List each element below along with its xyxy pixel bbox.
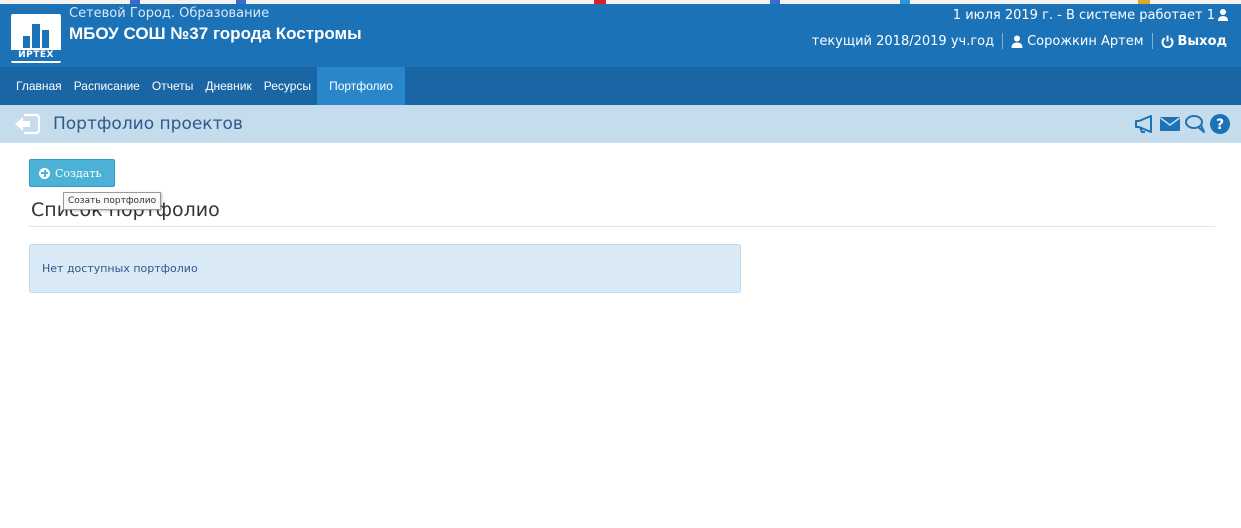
- create-tooltip: Созать портфолио: [63, 192, 162, 210]
- section-divider: [29, 226, 1215, 227]
- create-button-label: Создать: [55, 166, 102, 180]
- help-icon[interactable]: ?: [1209, 113, 1231, 135]
- app-header: ИРТЕХ Сетевой Город. Образование МБОУ СО…: [0, 4, 1241, 67]
- header-links: текущий 2018/2019 уч.год Сорожкин Артем …: [812, 30, 1227, 52]
- svg-text:?: ?: [1216, 117, 1224, 133]
- academic-year-link[interactable]: текущий 2018/2019 уч.год: [812, 34, 994, 49]
- title-icons: ?: [1134, 113, 1231, 135]
- back-icon[interactable]: [14, 113, 40, 135]
- divider: [1151, 33, 1153, 49]
- power-icon: [1161, 35, 1173, 48]
- page-title: Портфолио проектов: [53, 114, 243, 134]
- nav-item-diary[interactable]: Дневник: [199, 67, 257, 105]
- empty-portfolio-alert: Нет доступных портфолио: [29, 244, 741, 293]
- megaphone-icon[interactable]: [1134, 113, 1156, 135]
- plus-circle-icon: [39, 167, 50, 179]
- user-name: Сорожкин Артем: [1027, 33, 1144, 49]
- page-titlebar: Портфолио проектов ?: [0, 105, 1241, 143]
- user-link[interactable]: Сорожкин Артем: [1011, 33, 1144, 49]
- users-online-icon[interactable]: [1217, 8, 1229, 22]
- main-nav: Главная Расписание Отчеты Дневник Ресурс…: [0, 67, 1241, 105]
- logo-icon[interactable]: ИРТЕХ: [11, 14, 61, 63]
- user-icon: [1011, 35, 1023, 48]
- date-status: 1 июля 2019 г. - В системе работает 1: [952, 8, 1215, 23]
- divider: [1002, 33, 1004, 49]
- logout-label: Выход: [1177, 33, 1227, 49]
- chat-icon[interactable]: [1184, 113, 1206, 135]
- empty-message: Нет доступных портфолио: [42, 262, 198, 275]
- logout-link[interactable]: Выход: [1161, 34, 1227, 49]
- nav-item-home[interactable]: Главная: [10, 67, 68, 105]
- nav-item-schedule[interactable]: Расписание: [68, 67, 146, 105]
- create-portfolio-button[interactable]: Создать: [29, 159, 115, 187]
- nav-item-portfolio[interactable]: Портфолио: [317, 67, 405, 105]
- logo-text: ИРТЕХ: [11, 50, 61, 61]
- app-name: Сетевой Город. Образование: [69, 6, 270, 21]
- school-name: МБОУ СОШ №37 города Костромы: [69, 24, 362, 43]
- envelope-icon[interactable]: [1159, 113, 1181, 135]
- nav-item-reports[interactable]: Отчеты: [146, 67, 199, 105]
- nav-item-resources[interactable]: Ресурсы: [258, 67, 317, 105]
